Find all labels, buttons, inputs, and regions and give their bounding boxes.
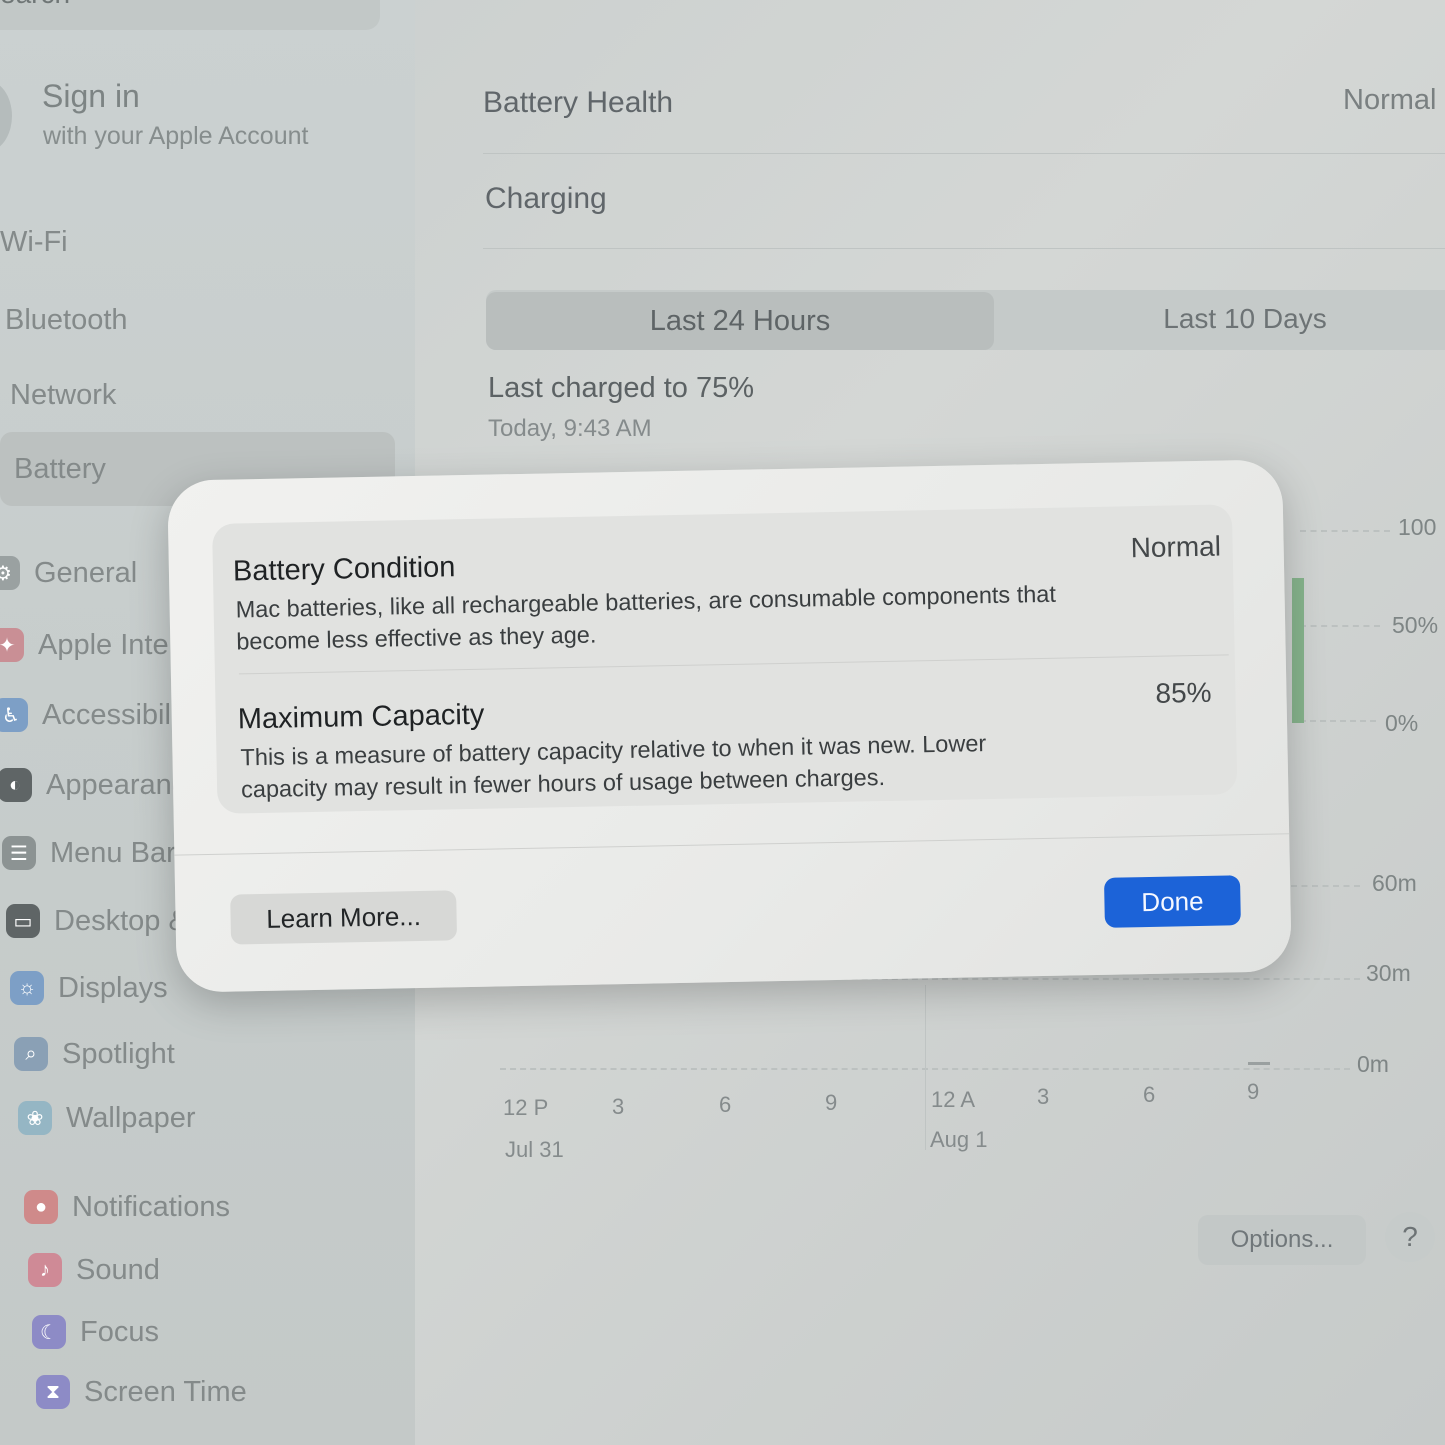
level-axis-label: 0% [1385,710,1419,736]
sidebar-item-label: Bluetooth [5,303,128,336]
divider [483,153,1445,154]
sidebar-item-label: Battery [14,452,106,485]
day-divider [925,985,926,1150]
sidebar-item-label: Focus [80,1315,159,1348]
maximum-capacity-title: Maximum Capacity [237,698,485,736]
sidebar-item-focus[interactable]: ☾ Focus [32,1302,432,1362]
x-tick-label: 9 [1247,1079,1260,1104]
level-axis-label: 50% [1392,612,1439,638]
avatar[interactable] [0,80,12,152]
maximum-capacity-value: 85% [1155,676,1212,709]
sidebar-item-spotlight[interactable]: ⌕ Spotlight [14,1024,414,1084]
sidebar-item-wallpaper[interactable]: ❀ Wallpaper [18,1088,418,1148]
x-tick-label: 12 A [931,1087,976,1112]
focus-icon: ☾ [32,1315,66,1349]
sidebar-item-label: Spotlight [62,1037,175,1070]
sidebar-item-label: Apple Inte [38,628,169,661]
sidebar-item-label: Displays [58,971,168,1004]
search-field[interactable]: earch [0,0,380,30]
appearance-icon: ◐ [0,768,32,802]
sidebar-item-label: Menu Bar [50,836,176,869]
notifications-icon: ● [24,1190,58,1224]
battery-level-bar [1292,578,1304,723]
last-charged-time: Today, 9:43 AM [488,415,652,442]
displays-icon: ☼ [10,971,44,1005]
sidebar-item-screen-time[interactable]: ⧗ Screen Time [36,1362,436,1422]
usage-axis-label: 60m [1372,870,1417,896]
grid-line [1300,625,1380,627]
grid-line [1300,530,1390,532]
battery-condition-title: Battery Condition [232,551,456,588]
usage-axis-label: 30m [1366,960,1411,986]
sidebar-item-label: General [34,556,138,589]
apple-intelligence-icon: ✦ [0,628,24,662]
battery-health-dialog: Battery Condition Normal Mac batteries, … [167,459,1292,993]
sidebar-item-label: Sound [76,1253,160,1286]
sidebar-item-label: Wallpaper [66,1101,196,1134]
grid-line [1300,720,1376,722]
divider [483,248,1445,249]
level-axis-label: 100 [1398,514,1437,540]
sidebar-item-notifications[interactable]: ● Notifications [24,1177,424,1237]
sidebar-item-wifi[interactable]: Wi-Fi [0,212,400,272]
usage-bar [1248,1062,1270,1065]
help-button[interactable]: ? [1385,1212,1435,1262]
x-tick-label: 6 [1143,1082,1156,1107]
system-settings-window: earch Sign in with your Apple Account Wi… [0,0,1445,1445]
sidebar-item-network[interactable]: Network [10,365,410,425]
learn-more-button[interactable]: Learn More... [230,890,458,945]
x-tick-label: 3 [612,1094,625,1119]
sidebar-item-label: Desktop & [54,904,188,937]
spotlight-icon: ⌕ [14,1037,48,1071]
maximum-capacity-description: This is a measure of battery capacity re… [240,730,987,803]
tab-last-24-hours[interactable]: Last 24 Hours [486,292,994,350]
x-tick-label: 3 [1037,1084,1050,1109]
x-tick-label: 12 P [503,1095,549,1120]
battery-condition-value: Normal [1130,530,1222,564]
sign-in-subtitle[interactable]: with your Apple Account [43,122,308,151]
battery-info-group: Battery Condition Normal Mac batteries, … [212,504,1238,814]
sidebar-item-label: Accessibil [42,698,171,731]
battery-condition-description: Mac batteries, like all rechargeable bat… [235,580,1057,655]
options-button[interactable]: Options... [1198,1215,1366,1265]
x-tick-label: 6 [719,1092,732,1117]
search-placeholder: earch [0,0,70,10]
date-label: Jul 31 [505,1137,564,1162]
sidebar-item-label: Notifications [72,1190,230,1223]
sidebar-item-label: Wi-Fi [0,225,68,258]
date-label: Aug 1 [930,1127,988,1152]
accessibility-icon: ♿ [0,698,28,732]
screen-time-icon: ⧗ [36,1375,70,1409]
sidebar-item-bluetooth[interactable]: Bluetooth [5,290,405,350]
battery-health-value[interactable]: Normal [1343,84,1436,117]
sidebar-item-label: Appearanc [46,768,187,801]
x-tick-label: 9 [825,1090,838,1115]
usage-axis-label: 0m [1357,1051,1389,1077]
sidebar-item-label: Screen Time [84,1375,247,1408]
footer-separator [174,833,1290,856]
sign-in-title[interactable]: Sign in [42,78,140,115]
sound-icon: ♪ [28,1253,62,1287]
sidebar-item-label: Network [10,378,117,411]
group-separator [238,654,1229,675]
done-button[interactable]: Done [1103,875,1241,928]
battery-health-label: Battery Health [483,86,674,119]
last-charged-title: Last charged to 75% [488,372,755,404]
wallpaper-icon: ❀ [18,1101,52,1135]
desktop-icon: ▭ [6,904,40,938]
charging-label: Charging [485,182,607,215]
gear-icon: ⚙ [0,556,20,590]
tab-last-10-days[interactable]: Last 10 Days [1000,290,1445,348]
sidebar-item-sound[interactable]: ♪ Sound [28,1240,428,1300]
menu-bar-icon: ☰ [2,836,36,870]
